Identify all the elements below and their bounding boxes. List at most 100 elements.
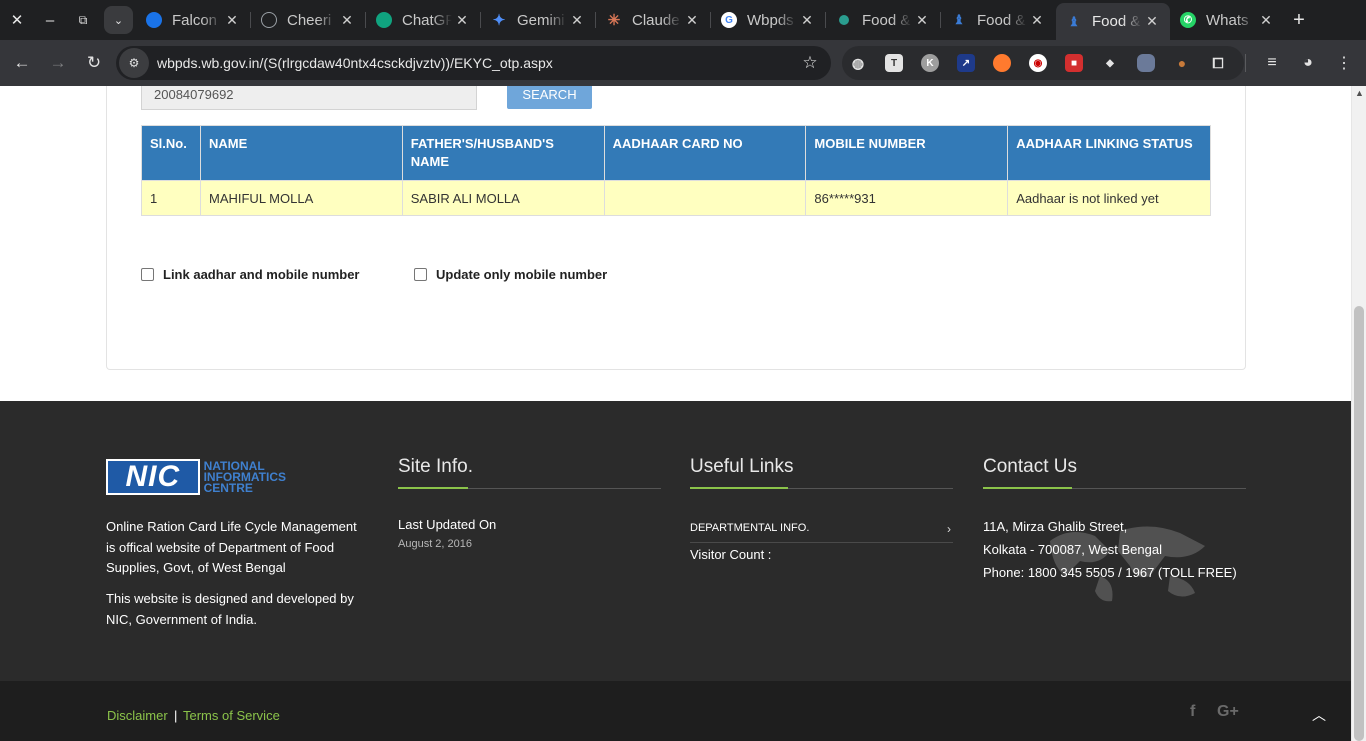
tab-food-1[interactable]: Food & ✕ bbox=[826, 4, 940, 36]
scrollbar-thumb[interactable] bbox=[1354, 306, 1364, 741]
toolbar-separator bbox=[1245, 54, 1246, 72]
cell-aadhaar-card-no bbox=[603, 180, 807, 216]
cell-father-husband-name: SABIR ALI MOLLA bbox=[401, 180, 605, 216]
update-mobile-checkbox[interactable] bbox=[414, 268, 427, 281]
close-tab-icon[interactable]: ✕ bbox=[567, 12, 587, 29]
menu-kebab-icon[interactable]: ⋮ bbox=[1330, 49, 1358, 77]
chat-bubble-icon bbox=[261, 12, 277, 28]
link-aadhar-option[interactable]: Link aadhar and mobile number bbox=[141, 267, 359, 282]
departmental-info-link[interactable]: DEPARTMENTAL INFO. › bbox=[690, 522, 953, 543]
chatgpt-icon bbox=[376, 12, 392, 28]
extensions-area: ◍ T K ↗ ◉ ■ ◆ ● ⧠ bbox=[842, 46, 1244, 80]
close-tab-icon[interactable]: ✕ bbox=[912, 12, 932, 29]
close-tab-icon[interactable]: ✕ bbox=[1027, 12, 1047, 29]
tab-falcon[interactable]: Falcon ✕ bbox=[136, 4, 250, 36]
k-extension-icon[interactable]: K bbox=[921, 54, 939, 72]
google-icon: G bbox=[721, 12, 737, 28]
wb-emblem-icon: ♝ bbox=[1068, 13, 1080, 29]
update-mobile-option[interactable]: Update only mobile number bbox=[414, 267, 607, 282]
restore-window-icon[interactable]: ⧉ bbox=[67, 0, 99, 40]
header-mobile-number: MOBILE NUMBER bbox=[805, 125, 1009, 181]
browser-toolbar: ← → ↻ ⚙ wbpds.wb.gov.in/(S(rlrgcdaw40ntx… bbox=[0, 40, 1366, 86]
back-to-top-chevron-up-icon[interactable]: ︿ bbox=[1312, 705, 1326, 725]
page-scrollbar[interactable]: ▲ bbox=[1351, 86, 1366, 741]
claude-icon: ✳ bbox=[607, 12, 621, 29]
tab-wbpds[interactable]: G Wbpds ✕ bbox=[711, 4, 825, 36]
table-header-row: Sl.No. NAME FATHER'S/HUSBAND'S NAME AADH… bbox=[141, 125, 1211, 181]
useful-links-heading: Useful Links bbox=[690, 456, 794, 477]
beneficiary-table: Sl.No. NAME FATHER'S/HUSBAND'S NAME AADH… bbox=[141, 125, 1211, 216]
tab-claude[interactable]: ✳ Claude ✕ bbox=[596, 4, 710, 36]
disclaimer-link[interactable]: Disclaimer bbox=[107, 708, 168, 723]
eraser-extension-icon[interactable]: ◆ bbox=[1101, 54, 1119, 72]
site-info-icon[interactable]: ⚙ bbox=[119, 48, 149, 78]
header-father-husband-name: FATHER'S/HUSBAND'S NAME bbox=[401, 125, 605, 181]
back-arrow-icon[interactable]: ← bbox=[8, 49, 36, 77]
header-sl-no: Sl.No. bbox=[141, 125, 201, 181]
media-control-icon[interactable]: ≡ bbox=[1258, 49, 1286, 77]
link-aadhar-label: Link aadhar and mobile number bbox=[163, 267, 360, 282]
last-updated-label: Last Updated On bbox=[398, 517, 497, 532]
chevron-down-icon: ⌄ bbox=[113, 14, 124, 27]
close-tab-icon[interactable]: ✕ bbox=[452, 12, 472, 29]
profile-avatar-icon[interactable]: ◕ bbox=[1294, 49, 1322, 77]
google-plus-icon[interactable]: G+ bbox=[1217, 703, 1239, 721]
cell-sl-no: 1 bbox=[141, 180, 201, 216]
close-tab-icon[interactable]: ✕ bbox=[797, 12, 817, 29]
close-tab-icon[interactable]: ✕ bbox=[1142, 13, 1162, 30]
cell-name: MAHIFUL MOLLA bbox=[199, 180, 403, 216]
puzzle-extensions-icon[interactable]: ⧠ bbox=[1209, 54, 1227, 72]
footer-credit: This website is designed and developed b… bbox=[106, 591, 354, 627]
link-aadhar-checkbox[interactable] bbox=[141, 268, 154, 281]
terms-of-service-link[interactable]: Terms of Service bbox=[183, 708, 280, 723]
close-tab-icon[interactable]: ✕ bbox=[682, 12, 702, 29]
heading-underline bbox=[398, 487, 661, 489]
nic-logo-mark: NIC bbox=[106, 459, 200, 495]
new-tab-button[interactable]: + bbox=[1286, 6, 1312, 34]
bookmark-star-icon[interactable]: ☆ bbox=[795, 53, 825, 73]
contact-address-line2: Kolkata - 700087, West Bengal bbox=[983, 542, 1162, 557]
tab-food-active[interactable]: ♝ Food & ✕ bbox=[1056, 3, 1170, 40]
site-info-heading: Site Info. bbox=[398, 456, 473, 477]
food-icon bbox=[839, 15, 849, 25]
tab-gemini[interactable]: ✦ Gemini ✕ bbox=[481, 4, 595, 36]
tab-whatsapp[interactable]: ✆ Whats ✕ bbox=[1170, 4, 1284, 36]
reload-icon[interactable]: ↻ bbox=[80, 49, 108, 77]
footer-description: Online Ration Card Life Cycle Management… bbox=[106, 519, 357, 575]
close-tab-icon[interactable]: ✕ bbox=[1256, 12, 1276, 29]
heading-underline bbox=[983, 487, 1246, 489]
pen-extension-icon[interactable]: ↗ bbox=[957, 54, 975, 72]
tab-search-button[interactable]: ⌄ bbox=[104, 6, 133, 34]
text-extension-icon[interactable]: T bbox=[885, 54, 903, 72]
close-tab-icon[interactable]: ✕ bbox=[337, 12, 357, 29]
globe-extension-icon[interactable]: ◍ bbox=[849, 54, 867, 72]
tab-cheeri[interactable]: Cheeri ✕ bbox=[251, 4, 365, 36]
facebook-icon[interactable]: f bbox=[1190, 703, 1195, 721]
cell-mobile-number: 86*****931 bbox=[805, 180, 1009, 216]
sub-footer: Disclaimer | Terms of Service f G+ ︿ bbox=[0, 681, 1351, 741]
firefox-extension-icon[interactable] bbox=[993, 54, 1011, 72]
mouse-extension-icon[interactable] bbox=[1137, 54, 1155, 72]
contact-address-line1: 11A, Mirza Ghalib Street, bbox=[983, 519, 1128, 534]
cookie-extension-icon[interactable]: ● bbox=[1173, 54, 1191, 72]
contact-us-heading: Contact Us bbox=[983, 456, 1077, 477]
lock-extension-icon[interactable]: ■ bbox=[1065, 54, 1083, 72]
close-window-icon[interactable]: ✕ bbox=[1, 0, 33, 40]
search-button[interactable]: SEARCH bbox=[507, 86, 592, 109]
minimize-window-icon[interactable]: – bbox=[34, 0, 66, 40]
camera-extension-icon[interactable]: ◉ bbox=[1029, 54, 1047, 72]
last-updated-date: August 2, 2016 bbox=[398, 538, 473, 550]
close-tab-icon[interactable]: ✕ bbox=[222, 12, 242, 29]
url-text[interactable]: wbpds.wb.gov.in/(S(rlrgcdaw40ntx4csckdjv… bbox=[157, 55, 795, 71]
forward-arrow-icon[interactable]: → bbox=[44, 49, 72, 77]
scroll-up-arrow-icon[interactable]: ▲ bbox=[1355, 88, 1364, 98]
tab-chatgpt[interactable]: ChatGPT ✕ bbox=[366, 4, 480, 36]
wb-emblem-icon: ♝ bbox=[953, 12, 965, 27]
address-bar[interactable]: ⚙ wbpds.wb.gov.in/(S(rlrgcdaw40ntx4csckd… bbox=[116, 46, 831, 80]
header-aadhaar-linking-status: AADHAAR LINKING STATUS bbox=[1007, 125, 1211, 181]
gemini-icon: ✦ bbox=[492, 12, 506, 29]
nic-logo: NIC NATIONAL INFORMATICS CENTRE bbox=[106, 458, 286, 496]
tab-food-2[interactable]: ♝ Food & ✕ bbox=[941, 4, 1055, 36]
visitor-count: Visitor Count : bbox=[690, 547, 772, 562]
ration-card-input[interactable]: 20084079692 bbox=[141, 86, 477, 110]
